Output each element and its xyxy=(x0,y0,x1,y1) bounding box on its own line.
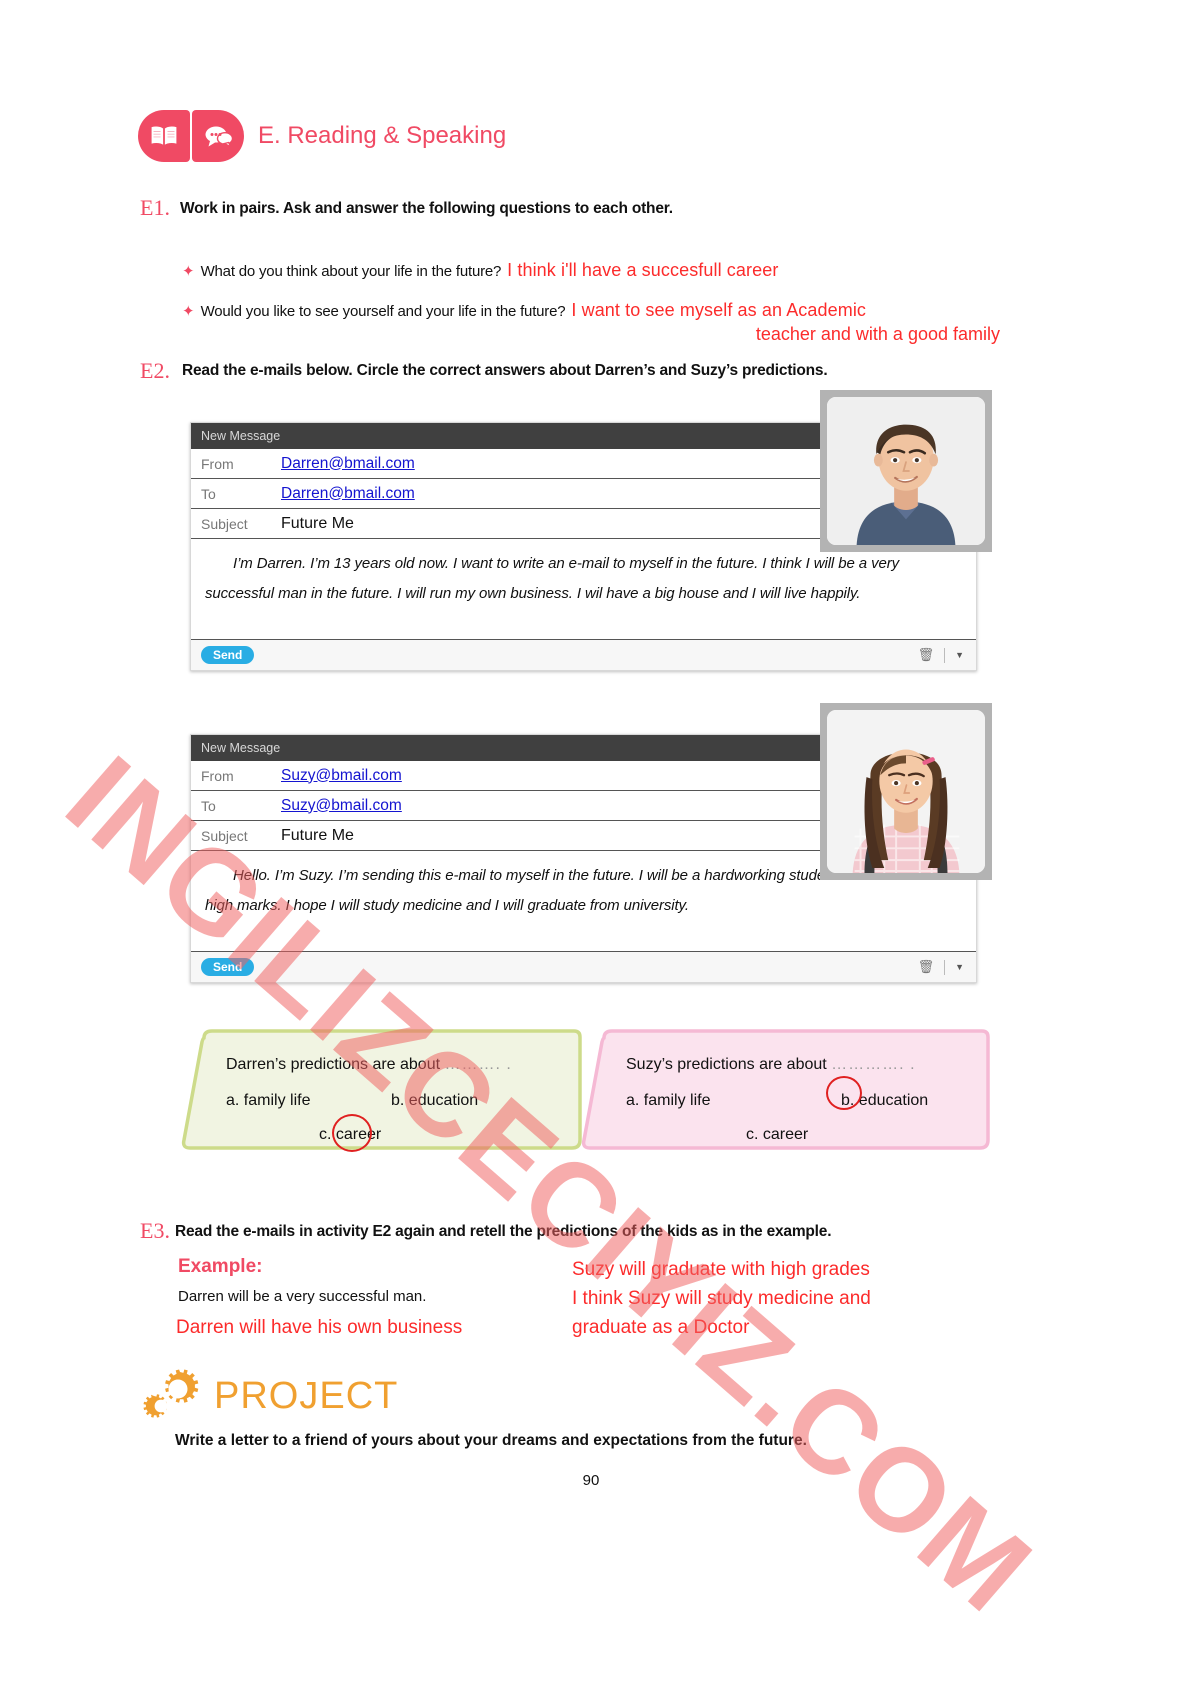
question-item-1: ✦ What do you think about your life in t… xyxy=(182,260,778,281)
option-a-darren[interactable]: a. family life xyxy=(226,1092,391,1110)
toolbar-divider xyxy=(944,647,946,663)
project-description: Write a letter to a friend of yours abou… xyxy=(175,1432,807,1449)
exercise-instruction-e1: Work in pairs. Ask and answer the follow… xyxy=(180,200,673,217)
gear-icon xyxy=(143,1369,199,1418)
page-title: E. Reading & Speaking xyxy=(258,122,507,149)
handwritten-answer-suzy: Suzy will graduate with high grades I th… xyxy=(572,1259,871,1338)
exercise-instruction-e2: Read the e-mails below. Circle the corre… xyxy=(182,362,828,379)
answer-blank-dots: …………. . xyxy=(831,1056,916,1073)
handwritten-answer-1: I think i'll have a succesfull career xyxy=(507,260,779,280)
answer-box-suzy-options: a. family life b. education xyxy=(626,1092,990,1110)
question-text-2: Would you like to see yourself and your … xyxy=(200,303,566,320)
email-toolbar: Send 🗑 ▼ xyxy=(191,952,976,982)
answer-blank-dots: ………. . xyxy=(444,1056,512,1073)
from-label: From xyxy=(201,767,234,784)
answer-box-darren-options: a. family life b. education xyxy=(226,1092,582,1110)
trash-icon[interactable]: 🗑 xyxy=(918,959,935,975)
exercise-label-e3: E3. xyxy=(140,1218,170,1243)
from-label: From xyxy=(201,455,234,472)
exercise-instruction-e3: Read the e-mails in activity E2 again an… xyxy=(175,1223,832,1240)
answer-question-text: Darren’s predictions are about xyxy=(226,1056,441,1073)
handwritten-answer-2-line2: teacher and with a good family xyxy=(755,324,1000,344)
project-title: PROJECT xyxy=(214,1374,399,1417)
answer-question-text: Suzy’s predictions are about xyxy=(626,1056,827,1073)
avatar-image-boy xyxy=(827,397,985,545)
example-sentence: Darren will be a very successful man. xyxy=(178,1288,427,1305)
from-value[interactable]: Darren@bmail.com xyxy=(281,455,415,473)
answer-box-suzy: Suzy’s predictions are about …………. . a. … xyxy=(578,1028,990,1155)
book-icon xyxy=(138,110,190,162)
avatar-image-girl xyxy=(827,710,985,873)
answer-box-darren-question: Darren’s predictions are about ………. . xyxy=(226,1056,582,1074)
to-value[interactable]: Suzy@bmail.com xyxy=(281,797,402,815)
answer-box-darren: Darren’s predictions are about ………. . a.… xyxy=(178,1028,582,1155)
email-body-text: I’m Darren. I’m 13 years old now. I want… xyxy=(205,555,900,602)
chevron-down-icon[interactable]: ▼ xyxy=(955,962,964,972)
speech-bubble-icon xyxy=(192,110,244,162)
avatar-darren xyxy=(820,390,992,552)
exercise-label-e1: E1. xyxy=(140,195,170,220)
toolbar-actions: 🗑 ▼ xyxy=(918,647,964,663)
option-c-darren[interactable]: c. career xyxy=(226,1126,582,1144)
option-b-darren[interactable]: b. education xyxy=(391,1092,478,1110)
answer-box-darren-content: Darren’s predictions are about ………. . a.… xyxy=(178,1028,582,1155)
circle-answer-darren-c xyxy=(332,1114,372,1152)
answer-box-suzy-content: Suzy’s predictions are about …………. . a. … xyxy=(578,1028,990,1155)
toolbar-divider xyxy=(944,959,946,975)
answer-box-suzy-question: Suzy’s predictions are about …………. . xyxy=(626,1056,990,1074)
subject-label: Subject xyxy=(201,827,248,844)
exercise-label-e2: E2. xyxy=(140,358,170,383)
email-body: I’m Darren. I’m 13 years old now. I want… xyxy=(191,539,976,640)
circle-answer-suzy-b xyxy=(826,1076,862,1110)
subject-value[interactable]: Future Me xyxy=(281,827,354,845)
avatar-suzy xyxy=(820,703,992,880)
handwritten-answer-darren: Darren will have his own business xyxy=(176,1317,463,1338)
email-titlebar-label: New Message xyxy=(201,429,281,443)
trash-icon[interactable]: 🗑 xyxy=(918,647,935,663)
to-label: To xyxy=(201,485,216,502)
section-header: E. Reading & Speaking xyxy=(138,110,506,162)
question-item-2: ✦ Would you like to see yourself and you… xyxy=(182,300,866,321)
to-label: To xyxy=(201,797,216,814)
toolbar-actions: 🗑 ▼ xyxy=(918,959,964,975)
to-value[interactable]: Darren@bmail.com xyxy=(281,485,415,503)
from-value[interactable]: Suzy@bmail.com xyxy=(281,767,402,785)
handwritten-answer-2: I want to see myself as an Academic xyxy=(571,300,867,320)
subject-value[interactable]: Future Me xyxy=(281,515,354,533)
send-button[interactable]: Send xyxy=(201,646,255,664)
diamond-bullet-icon: ✦ xyxy=(182,263,195,280)
option-a-suzy[interactable]: a. family life xyxy=(626,1092,841,1110)
diamond-bullet-icon: ✦ xyxy=(182,303,195,320)
question-text-1: What do you think about your life in the… xyxy=(200,263,502,280)
subject-label: Subject xyxy=(201,515,248,532)
chevron-down-icon[interactable]: ▼ xyxy=(955,650,964,660)
section-icon-pair xyxy=(138,110,244,162)
email-titlebar-label: New Message xyxy=(201,741,281,755)
send-button[interactable]: Send xyxy=(201,958,255,976)
worksheet-page: E. Reading & Speaking E1. Work in pairs.… xyxy=(0,0,1182,1684)
project-header: PROJECT xyxy=(140,1368,398,1424)
page-number: 90 xyxy=(582,1472,600,1489)
option-c-suzy[interactable]: c. career xyxy=(626,1126,990,1144)
example-label: Example: xyxy=(178,1256,263,1277)
email-toolbar: Send 🗑 ▼ xyxy=(191,640,976,670)
